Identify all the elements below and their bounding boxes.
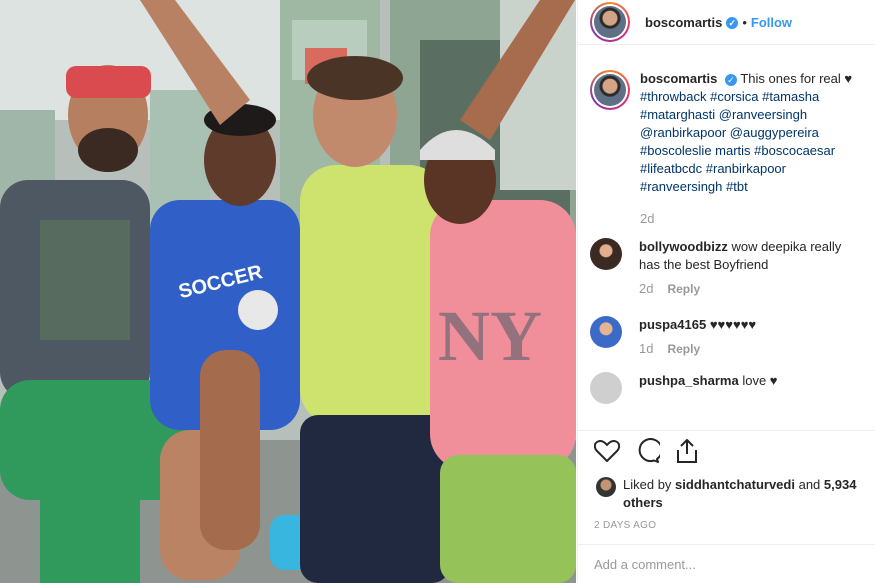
caption-username[interactable]: boscomartis: [640, 71, 717, 86]
add-comment-input[interactable]: [594, 556, 860, 572]
caption-text: This ones for real ♥: [740, 71, 853, 86]
share-icon[interactable]: [673, 437, 701, 465]
comment-icon[interactable]: [633, 437, 661, 465]
comment-item: bollywoodbizz wow deepika really has the…: [578, 238, 875, 298]
comment-age: 2d: [639, 281, 654, 296]
comment-avatar[interactable]: [590, 238, 622, 270]
comment-avatar[interactable]: [590, 372, 622, 404]
caption: boscomartis ✓ This ones for real ♥ #thro…: [578, 70, 875, 228]
post-photo-illustration: SOCCER NY: [0, 0, 576, 583]
likes-prefix: Liked by: [623, 477, 672, 492]
caption-avatar[interactable]: [590, 70, 630, 110]
author-avatar[interactable]: [590, 2, 630, 42]
post-header: boscomartis ✓ • Follow: [578, 0, 875, 45]
comment-age: 1d: [639, 341, 654, 356]
comment-item: puspa4165 ♥♥♥♥♥♥ 1d Reply: [578, 316, 875, 358]
likes-summary: Liked by siddhantchaturvedi and 5,934 ot…: [596, 476, 866, 512]
header-separator: •: [742, 14, 747, 30]
caption-hashtags[interactable]: #throwback #corsica #tamasha #matarghast…: [640, 88, 864, 196]
follow-button[interactable]: Follow: [751, 15, 792, 30]
comment-text: ♥♥♥♥♥♥: [709, 317, 757, 332]
heart-icon[interactable]: [593, 437, 621, 465]
post-photo[interactable]: SOCCER NY: [0, 0, 576, 583]
comments-list[interactable]: boscomartis ✓ This ones for real ♥ #thro…: [578, 70, 875, 426]
liker-username[interactable]: siddhantchaturvedi: [675, 477, 795, 492]
action-bar: [578, 430, 875, 470]
verified-badge-icon: ✓: [724, 73, 737, 86]
comment-avatar[interactable]: [590, 316, 622, 348]
caption-age: 2d: [640, 211, 655, 226]
add-comment-bar: [578, 544, 875, 583]
post-date[interactable]: 2 DAYS AGO: [594, 520, 656, 531]
post-sidebar: boscomartis ✓ • Follow boscomartis ✓ This…: [577, 0, 875, 583]
reply-button[interactable]: Reply: [667, 342, 700, 356]
author-avatar-image: [594, 6, 626, 38]
comment-username[interactable]: pushpa_sharma: [639, 373, 739, 388]
comment-username[interactable]: bollywoodbizz: [639, 239, 728, 254]
comment-text: love ♥: [742, 373, 778, 388]
likes-joiner: and: [798, 477, 821, 492]
svg-text:NY: NY: [438, 296, 542, 376]
reply-button[interactable]: Reply: [667, 282, 700, 296]
liker-avatar[interactable]: [596, 477, 616, 497]
comment-username[interactable]: puspa4165: [639, 317, 706, 332]
author-username[interactable]: boscomartis ✓: [645, 15, 739, 30]
verified-badge-icon: ✓: [726, 17, 739, 30]
comment-item: pushpa_sharma love ♥: [578, 372, 875, 404]
